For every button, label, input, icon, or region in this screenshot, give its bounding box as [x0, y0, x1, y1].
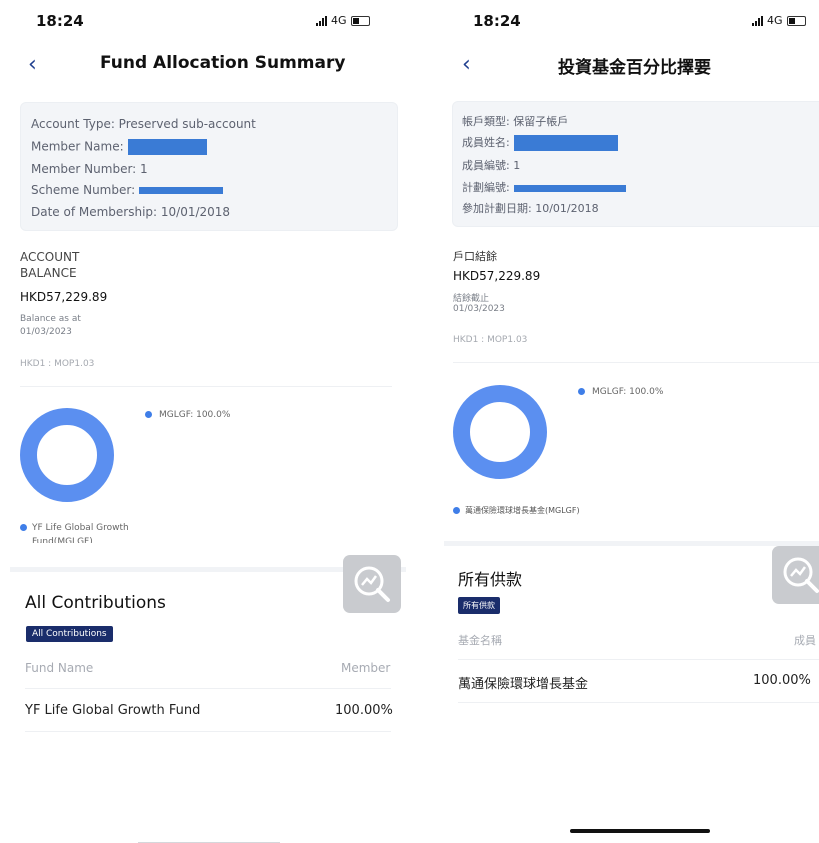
- legend-fund: 萬通保險環球增長基金(MGLGF): [453, 505, 580, 516]
- account-type: 帳戶類型: 保留子帳戶: [462, 115, 569, 128]
- home-indicator: [570, 829, 710, 833]
- balance-as-at-label: 結餘截止: [453, 294, 490, 304]
- network-label: 4G: [767, 14, 783, 27]
- date-of-membership: 參加計劃日期: 10/01/2018: [462, 202, 599, 215]
- divider: [458, 702, 819, 703]
- signal-icon: [316, 15, 327, 26]
- battery-icon: [350, 15, 370, 26]
- donut-slice-mglgf: [453, 385, 547, 479]
- analysis-fab-button[interactable]: [772, 546, 819, 604]
- donut-chart: [20, 408, 114, 502]
- col-member: 成員: [794, 634, 816, 647]
- table-row-fund: YF Life Global Growth Fund: [25, 703, 201, 718]
- divider: [25, 688, 391, 689]
- redacted-block: [513, 184, 626, 192]
- signal-icon: [752, 15, 763, 26]
- table-row-member: 100.00%: [335, 703, 393, 718]
- legend-fund-text: 萬通保險環球增長基金(MGLGF): [465, 506, 580, 515]
- member-name-row: 成員姓名:: [462, 134, 618, 151]
- page-title: Fund Allocation Summary: [100, 53, 346, 73]
- balance-heading: 戶口結餘: [453, 250, 497, 263]
- balance-date: 01/03/2023: [453, 304, 505, 314]
- exchange-rate: HKD1 : MOP1.03: [20, 359, 95, 369]
- search-chart-icon: [354, 566, 390, 602]
- contributions-title: All Contributions: [25, 593, 166, 613]
- donut-slice-mglgf: [20, 408, 114, 502]
- status-time: 18:24: [36, 12, 84, 30]
- exchange-rate: HKD1 : MOP1.03: [453, 335, 528, 345]
- legend-inline-text: MGLGF: 100.0%: [592, 387, 664, 397]
- legend-fund: YF Life Global Growth Fund(MGLGF): [20, 522, 129, 548]
- status-icons: 4G: [316, 14, 370, 27]
- member-name-label: Member Name:: [31, 139, 124, 154]
- page-title: 投資基金百分比擇要: [558, 58, 711, 78]
- section-divider: [444, 541, 819, 546]
- balance-date: 01/03/2023: [20, 327, 72, 337]
- redacted-block: [127, 139, 207, 155]
- legend-fund-line2: Fund(MGLGF): [32, 537, 93, 543]
- member-number: 成員編號: 1: [462, 159, 521, 172]
- legend-dot: [453, 507, 460, 514]
- legend-fund-line1: YF Life Global Growth: [32, 523, 129, 533]
- phone-screen-chinese: 18:24 4G ‹ 投資基金百分比擇要 帳戶類型: 保留子帳戶 成員姓名: 成…: [410, 0, 819, 843]
- contributions-badge[interactable]: All Contributions: [26, 626, 113, 642]
- col-fund-name: Fund Name: [25, 661, 94, 675]
- redacted-block: [513, 135, 618, 151]
- account-type: Account Type: Preserved sub-account: [31, 117, 256, 131]
- divider: [20, 386, 392, 387]
- col-member: Member: [341, 661, 391, 675]
- scheme-number-label: Scheme Number:: [31, 183, 136, 197]
- scheme-number-row: Scheme Number:: [31, 183, 224, 197]
- battery-icon: [786, 15, 806, 26]
- table-row-fund: 萬通保險環球增長基金: [458, 677, 589, 692]
- phone-screen-english: 18:24 4G ‹ Fund Allocation Summary Accou…: [0, 0, 409, 843]
- network-label: 4G: [331, 14, 347, 27]
- balance-heading-line1: ACCOUNT: [20, 250, 80, 264]
- legend-dot: [145, 411, 152, 418]
- member-number: Member Number: 1: [31, 162, 148, 176]
- divider: [453, 362, 819, 363]
- scheme-number-row: 計劃編號:: [462, 179, 626, 195]
- contributions-title: 所有供款: [458, 570, 523, 589]
- col-fund-name: 基金名稱: [458, 634, 502, 647]
- scheme-number-label: 計劃編號:: [462, 181, 510, 194]
- legend-inline: MGLGF: 100.0%: [145, 410, 230, 420]
- status-time: 18:24: [473, 12, 521, 30]
- balance-as-at-label: Balance as at: [20, 314, 81, 324]
- back-chevron-icon[interactable]: ‹: [462, 52, 471, 77]
- legend-inline: MGLGF: 100.0%: [578, 387, 663, 397]
- analysis-fab-button[interactable]: [343, 555, 401, 613]
- member-name-row: Member Name:: [31, 139, 207, 155]
- legend-dot: [578, 388, 585, 395]
- divider: [458, 659, 819, 660]
- member-name-label: 成員姓名:: [462, 136, 510, 149]
- status-icons: 4G: [752, 14, 806, 27]
- contributions-badge[interactable]: 所有供款: [458, 597, 500, 614]
- divider: [25, 731, 391, 732]
- legend-dot: [20, 524, 27, 531]
- date-of-membership: Date of Membership: 10/01/2018: [31, 205, 231, 219]
- legend-inline-text: MGLGF: 100.0%: [159, 410, 231, 420]
- balance-heading-line2: BALANCE: [20, 266, 77, 280]
- redacted-block: [139, 187, 224, 194]
- search-chart-icon: [783, 557, 819, 593]
- donut-chart: [453, 385, 547, 479]
- table-row-member: 100.00%: [753, 673, 811, 688]
- back-chevron-icon[interactable]: ‹: [28, 52, 37, 77]
- balance-value: HKD57,229.89: [453, 269, 541, 283]
- balance-value: HKD57,229.89: [20, 290, 108, 304]
